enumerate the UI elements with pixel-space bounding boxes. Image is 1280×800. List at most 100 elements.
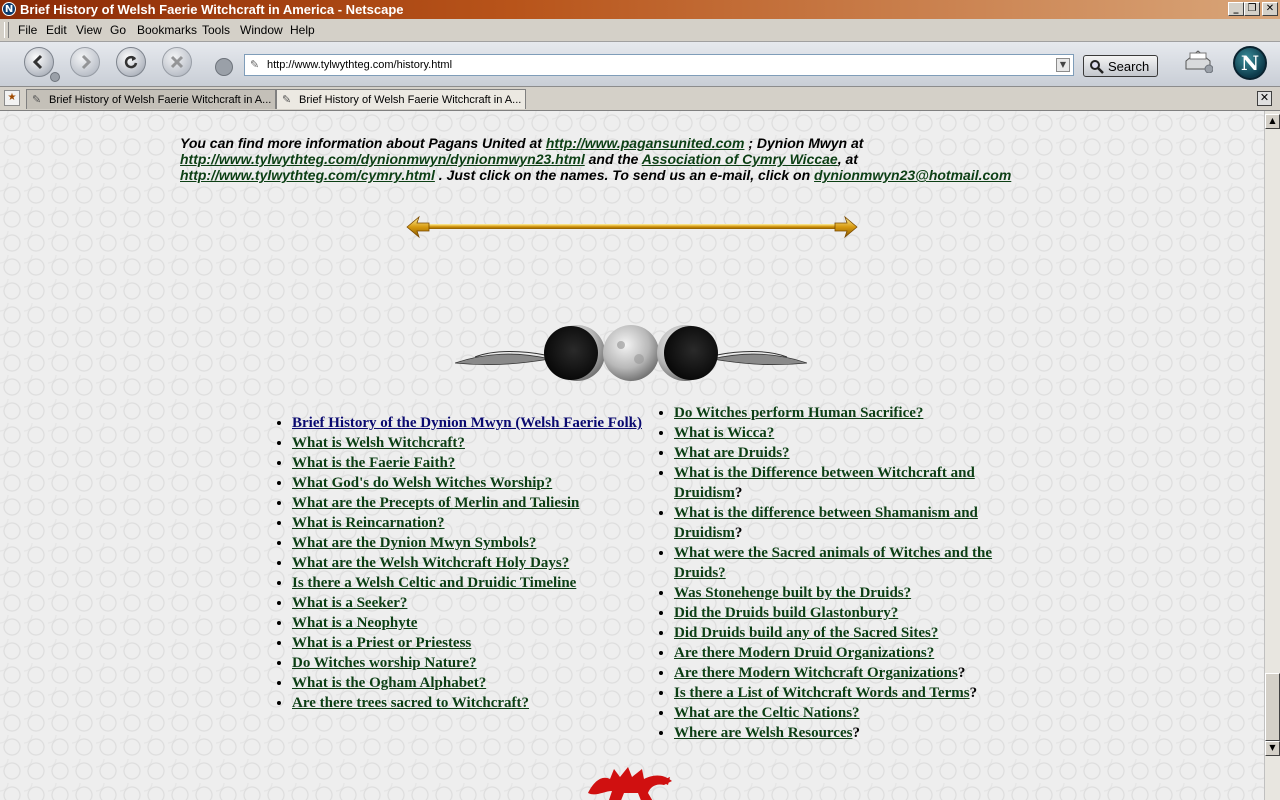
restore-button[interactable]: ❐ <box>1244 2 1260 16</box>
menu-go[interactable]: Go <box>110 23 126 37</box>
cymry-wiccae-link[interactable]: Association of Cymry Wiccae <box>642 151 838 167</box>
back-arrow-icon <box>32 54 43 70</box>
close-window-button[interactable]: ✕ <box>1262 2 1278 16</box>
menu-help[interactable]: Help <box>290 23 315 37</box>
faq-link[interactable]: What is the Difference between Witchcraf… <box>674 465 975 501</box>
link-suffix: ? <box>852 725 860 741</box>
tab-2[interactable]: ✎ Brief History of Welsh Faerie Witchcra… <box>276 89 526 109</box>
faq-link[interactable]: Brief History of the Dynion Mwyn (Welsh … <box>292 415 642 431</box>
reload-button[interactable] <box>116 47 146 77</box>
magnifier-icon <box>1090 60 1104 74</box>
mail-icon[interactable] <box>1183 47 1213 73</box>
faq-link[interactable]: Was Stonehenge built by the Druids? <box>674 585 911 601</box>
faq-link[interactable]: What is the difference between Shamanism… <box>674 505 978 541</box>
triple-moon-image <box>455 325 807 381</box>
faq-link[interactable]: What are the Dynion Mwyn Symbols? <box>292 535 536 551</box>
list-item: What are the Celtic Nations? <box>674 703 1034 723</box>
faq-link[interactable]: What is the Ogham Alphabet? <box>292 675 486 691</box>
link-suffix: ? <box>734 525 743 541</box>
dynion-mwyn-link[interactable]: http://www.tylwythteg.com/dynionmwyn/dyn… <box>180 151 585 167</box>
faq-link[interactable]: Is there a List of Witchcraft Words and … <box>674 685 970 701</box>
faq-link[interactable]: What are the Precepts of Merlin and Tali… <box>292 495 579 511</box>
stop-button[interactable] <box>162 47 192 77</box>
faq-link[interactable]: What is Reincarnation? <box>292 515 445 531</box>
netscape-logo[interactable]: N <box>1233 46 1267 80</box>
tab-label: Brief History of Welsh Faerie Witchcraft… <box>49 94 272 106</box>
scroll-down-button[interactable]: ▼ <box>1265 741 1280 756</box>
forward-button[interactable] <box>70 47 100 77</box>
url-history-dropdown[interactable] <box>215 58 233 76</box>
faq-link[interactable]: Are there Modern Druid Organizations? <box>674 645 934 661</box>
search-button[interactable]: Search <box>1083 55 1158 77</box>
back-history-dropdown[interactable] <box>50 72 60 82</box>
faq-link[interactable]: Do Witches worship Nature? <box>292 655 477 671</box>
list-item: Do Witches perform Human Sacrifice? <box>674 403 1034 423</box>
faq-link[interactable]: What are the Celtic Nations? <box>674 705 860 721</box>
faq-link[interactable]: Are there trees sacred to Witchcraft? <box>292 695 529 711</box>
scroll-up-button[interactable]: ▲ <box>1265 114 1280 129</box>
faq-link[interactable]: Do Witches perform Human Sacrifice? <box>674 405 923 421</box>
faq-link[interactable]: What God's do Welsh Witches Worship? <box>292 475 552 491</box>
list-item: Where are Welsh Resources? <box>674 723 1034 743</box>
back-button[interactable] <box>24 47 54 77</box>
toolbar-grip[interactable] <box>4 22 9 38</box>
netscape-app-icon[interactable]: N <box>2 2 16 16</box>
list-item: Did Druids build any of the Sacred Sites… <box>674 623 1034 643</box>
faq-link[interactable]: Is there a Welsh Celtic and Druidic Time… <box>292 575 576 591</box>
menu-tools[interactable]: Tools <box>202 23 230 37</box>
list-item: Is there a Welsh Celtic and Druidic Time… <box>292 573 652 593</box>
list-item: What is the Ogham Alphabet? <box>292 673 652 693</box>
list-item: Are there Modern Druid Organizations? <box>674 643 1034 663</box>
tab-1[interactable]: ✎ Brief History of Welsh Faerie Witchcra… <box>26 89 276 109</box>
list-item: Are there trees sacred to Witchcraft? <box>292 693 652 713</box>
faq-link[interactable]: What are the Welsh Witchcraft Holy Days? <box>292 555 569 571</box>
faq-link[interactable]: What is the Faerie Faith? <box>292 455 455 471</box>
faq-link[interactable]: What is Welsh Witchcraft? <box>292 435 465 451</box>
title-bar: N Brief History of Welsh Faerie Witchcra… <box>0 0 1280 19</box>
menu-bookmarks[interactable]: Bookmarks <box>137 23 197 37</box>
faq-link[interactable]: What is a Neophyte <box>292 615 417 631</box>
list-item: What is Welsh Witchcraft? <box>292 433 652 453</box>
faq-link[interactable]: What is a Seeker? <box>292 595 407 611</box>
faq-link[interactable]: Did the Druids build Glastonbury? <box>674 605 898 621</box>
close-tab-button[interactable]: ✕ <box>1257 91 1272 106</box>
intro-text: and the <box>584 151 642 167</box>
page-proxy-icon[interactable]: ✎ <box>250 59 262 71</box>
link-suffix: ? <box>957 665 966 681</box>
reload-icon <box>124 55 138 69</box>
url-field[interactable]: ✎ http://www.tylwythteg.com/history.html… <box>244 54 1074 76</box>
list-item: Was Stonehenge built by the Druids? <box>674 583 1034 603</box>
bookmark-icon[interactable]: ★ <box>4 90 20 106</box>
left-faq-list: Brief History of the Dynion Mwyn (Welsh … <box>276 413 652 713</box>
list-item: Did the Druids build Glastonbury? <box>674 603 1034 623</box>
link-suffix: ? <box>969 685 978 701</box>
faq-link[interactable]: What were the Sacred animals of Witches … <box>674 545 992 581</box>
faq-link[interactable]: Did Druids build any of the Sacred Sites… <box>674 625 938 641</box>
menu-window[interactable]: Window <box>240 23 283 37</box>
faq-link[interactable]: What is a Priest or Priestess <box>292 635 471 651</box>
email-link[interactable]: dynionmwyn23@hotmail.com <box>814 167 1011 183</box>
url-dropdown-button[interactable]: ▼ <box>1056 58 1070 72</box>
vertical-scrollbar[interactable]: ▲ ▼ <box>1264 111 1280 800</box>
menu-view[interactable]: View <box>76 23 102 37</box>
right-faq-list: Do Witches perform Human Sacrifice? What … <box>658 403 1034 743</box>
intro-text: , at <box>837 151 858 167</box>
faq-link[interactable]: What are Druids? <box>674 445 790 461</box>
list-item: What are Druids? <box>674 443 1034 463</box>
forward-arrow-icon <box>81 54 92 70</box>
search-button-label: Search <box>1108 59 1150 74</box>
faq-link[interactable]: Are there Modern Witchcraft Organization… <box>674 665 958 681</box>
list-item: What is a Priest or Priestess <box>292 633 652 653</box>
cymry-url-link[interactable]: http://www.tylwythteg.com/cymry.html <box>180 167 435 183</box>
list-item: What is Wicca? <box>674 423 1034 443</box>
list-item: What is the difference between Shamanism… <box>674 503 1034 543</box>
scroll-thumb[interactable] <box>1265 673 1280 741</box>
menu-edit[interactable]: Edit <box>46 23 67 37</box>
faq-link[interactable]: What is Wicca? <box>674 425 774 441</box>
window-title: Brief History of Welsh Faerie Witchcraft… <box>20 2 404 17</box>
menu-file[interactable]: File <box>18 23 37 37</box>
tab-bar: ★ ✎ Brief History of Welsh Faerie Witchc… <box>0 87 1280 111</box>
faq-link[interactable]: Where are Welsh Resources <box>674 725 852 741</box>
pagans-united-link[interactable]: http://www.pagansunited.com <box>546 135 745 151</box>
minimize-button[interactable]: _ <box>1228 2 1244 16</box>
